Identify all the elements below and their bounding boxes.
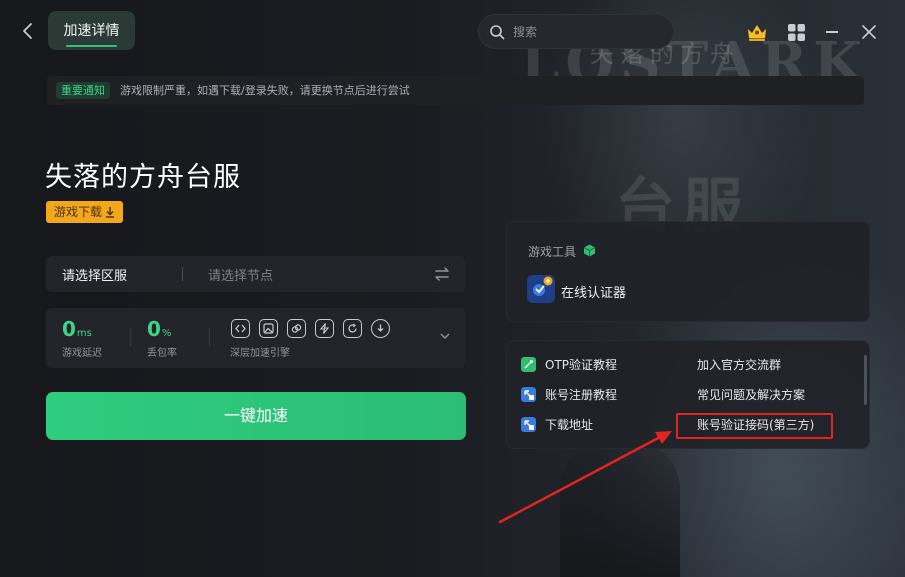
latency-unit: ms <box>76 328 92 339</box>
account-verification-sms-link[interactable]: 账号验证接码(第三方) <box>697 417 814 433</box>
background-tower <box>560 440 680 577</box>
search-input[interactable] <box>513 22 663 42</box>
server-node-selector: 请选择区服 请选择节点 <box>46 256 466 292</box>
back-arrow-icon[interactable] <box>20 22 36 40</box>
join-official-group-link[interactable]: 加入官方交流群 <box>697 357 781 373</box>
search-icon <box>490 25 505 40</box>
packet-loss-value: 0% <box>147 317 172 341</box>
selector-divider <box>182 267 183 281</box>
faq-solutions-link[interactable]: 常见问题及解决方案 <box>697 387 805 403</box>
close-icon[interactable] <box>862 25 876 39</box>
download-address-link[interactable]: 下载地址 <box>545 417 593 433</box>
packet-loss-label: 丢包率 <box>147 348 177 359</box>
node-select[interactable]: 请选择节点 <box>208 265 273 284</box>
download-link-icon <box>521 417 536 432</box>
authenticator-link[interactable]: 在线认证器 <box>561 282 626 301</box>
latency-label: 游戏延迟 <box>62 348 102 359</box>
tab-accelerate-details[interactable]: 加速详情 <box>48 11 135 50</box>
game-tools-title: 游戏工具 <box>528 245 577 259</box>
swap-icon[interactable] <box>434 267 450 281</box>
scrollbar[interactable] <box>864 355 867 405</box>
minimize-icon[interactable] <box>826 31 838 33</box>
game-tools-card: 游戏工具 在线认证器 <box>506 221 870 322</box>
stat-divider <box>130 328 131 346</box>
apps-grid-icon[interactable] <box>788 24 805 41</box>
help-links-card: OTP验证教程 账号注册教程 下载地址 加入官方交流群 常见问题及解决方案 账号… <box>506 340 870 449</box>
download-arrow-icon <box>106 207 114 218</box>
engine-label: 深层加速引擎 <box>230 348 290 359</box>
game-title: 失落的方舟台服 <box>45 162 241 193</box>
register-tutorial-link[interactable]: 账号注册教程 <box>545 387 617 403</box>
authenticator-app-icon[interactable] <box>527 275 555 303</box>
engine-icons <box>231 319 390 338</box>
code-icon[interactable] <box>231 319 250 338</box>
stats-panel: 0ms 游戏延迟 0% 丢包率 深层加速引擎 <box>46 308 466 368</box>
bolt-icon[interactable] <box>315 319 334 338</box>
refresh-icon[interactable] <box>343 319 362 338</box>
cube-icon <box>583 244 596 257</box>
game-download-button[interactable]: 游戏下载 <box>46 201 123 223</box>
search-box[interactable] <box>478 14 674 49</box>
otp-icon <box>521 357 536 372</box>
region-select[interactable]: 请选择区服 <box>62 265 127 284</box>
latency-value: 0ms <box>62 317 92 341</box>
notice-text: 游戏限制严重，如遇下载/登录失败，请更换节点后进行尝试 <box>120 84 410 97</box>
game-download-label: 游戏下载 <box>54 205 103 219</box>
chevron-down-icon[interactable] <box>440 332 450 340</box>
notice-tag: 重要通知 <box>56 82 110 99</box>
link-icon[interactable] <box>287 319 306 338</box>
notice-bar: 重要通知 游戏限制严重，如遇下载/登录失败，请更换节点后进行尝试 <box>47 76 864 105</box>
otp-tutorial-link[interactable]: OTP验证教程 <box>545 357 617 373</box>
vip-crown-icon[interactable] <box>746 22 768 42</box>
stat-divider <box>209 328 210 346</box>
packet-loss-unit: % <box>161 328 172 339</box>
download-circle-icon[interactable] <box>371 319 390 338</box>
one-click-accelerate-button[interactable]: 一键加速 <box>46 392 466 440</box>
image-icon[interactable] <box>259 319 278 338</box>
register-icon <box>521 387 536 402</box>
